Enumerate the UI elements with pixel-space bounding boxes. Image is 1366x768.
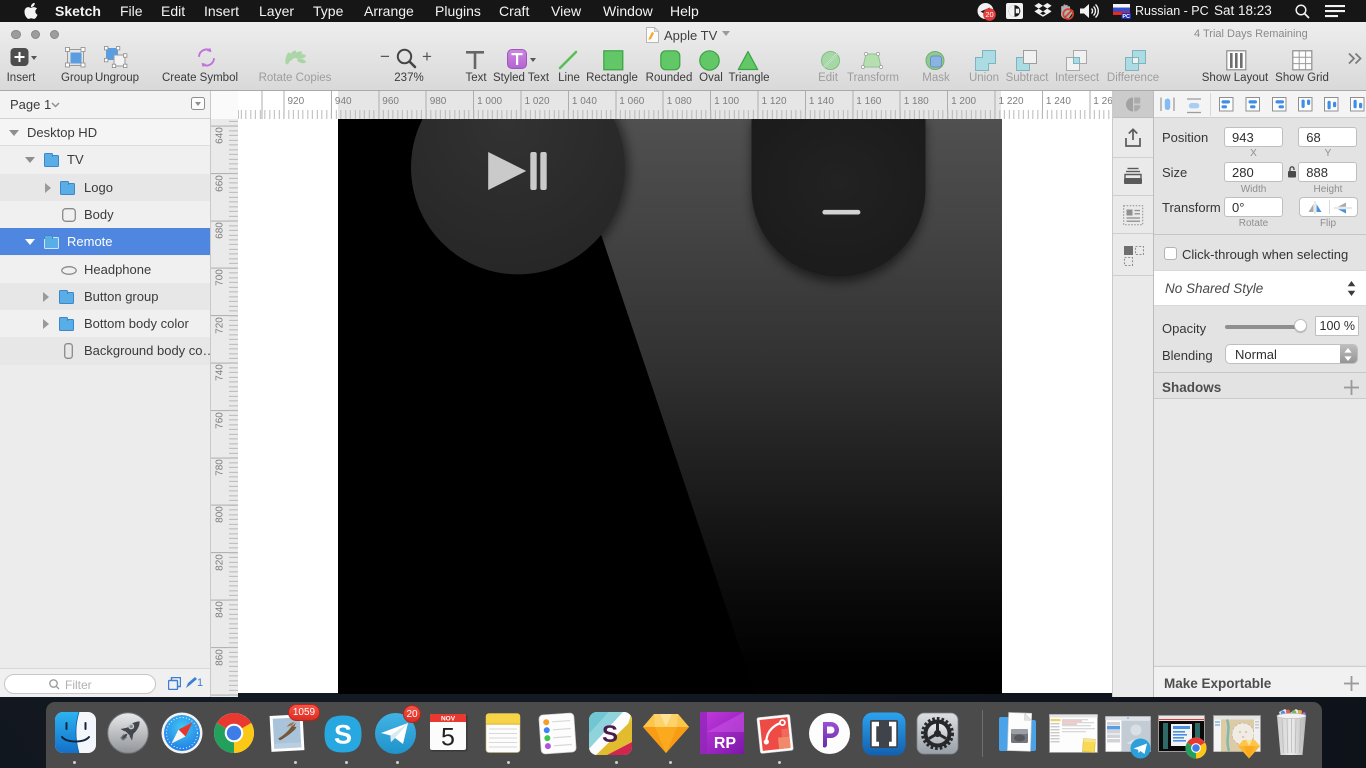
svg-text:RP: RP <box>714 735 737 752</box>
svg-text:PC: PC <box>1122 14 1130 19</box>
svg-text:S: S <box>333 720 351 750</box>
svg-text:S: S <box>602 721 618 748</box>
svg-text:NOV: NOV <box>441 716 456 723</box>
svg-text:5: 5 <box>441 724 455 752</box>
svg-text:20: 20 <box>985 10 993 19</box>
